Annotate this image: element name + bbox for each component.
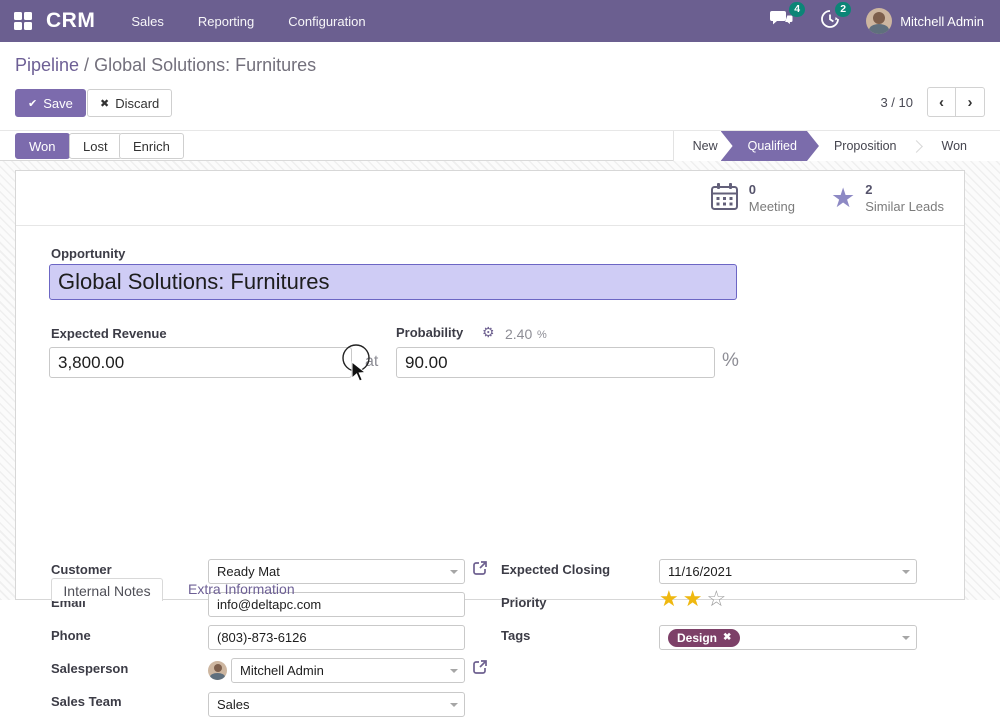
probability-auto-value: 2.40 [505, 326, 532, 342]
messages-badge: 4 [789, 2, 805, 17]
meeting-count: 0 [749, 182, 795, 198]
pager-next-button[interactable]: › [956, 87, 985, 117]
apps-menu-icon[interactable] [14, 12, 32, 30]
activities-badge: 2 [835, 2, 851, 17]
expected-revenue-label: Expected Revenue [51, 326, 167, 341]
phone-label: Phone [51, 628, 91, 643]
meeting-label: Meeting [749, 199, 795, 215]
stage-qualified-active[interactable]: Qualified [721, 131, 819, 161]
chevron-right-icon: › [968, 94, 973, 111]
tag-design[interactable]: Design✖ [668, 629, 740, 647]
customer-label: Customer [51, 562, 112, 577]
user-menu[interactable]: Mitchell Admin [866, 8, 984, 34]
chevron-down-icon [450, 570, 458, 574]
user-avatar [866, 8, 892, 34]
messages-button[interactable]: 4 [770, 9, 794, 33]
similar-leads-count: 2 [865, 182, 944, 198]
control-panel: Pipeline / Global Solutions: Furnitures … [0, 42, 1000, 161]
salesperson-label: Salesperson [51, 661, 128, 676]
notebook-tabs: Internal Notes Extra Information [16, 578, 964, 601]
menu-reporting[interactable]: Reporting [198, 14, 254, 29]
breadcrumb-current: Global Solutions: Furnitures [94, 55, 316, 75]
similar-leads-label: Similar Leads [865, 199, 944, 215]
star-icon: ★ [831, 185, 855, 212]
app-title[interactable]: CRM [46, 9, 95, 33]
similar-leads-stat-button[interactable]: ★ 2 Similar Leads [813, 171, 962, 226]
chevron-left-icon: ‹ [939, 94, 944, 111]
won-button[interactable]: Won [15, 133, 70, 159]
probability-label: Probability [396, 325, 463, 340]
opportunity-title-input[interactable] [49, 264, 737, 300]
salesperson-external-link-icon[interactable] [472, 659, 488, 675]
lost-button[interactable]: Lost [69, 133, 122, 159]
opportunity-label: Opportunity [51, 246, 125, 261]
discard-button[interactable]: ✖ Discard [87, 89, 172, 117]
menu-configuration[interactable]: Configuration [288, 14, 365, 29]
opportunity-form-card: 0 Meeting ★ 2 Similar Leads Opportunity … [15, 170, 965, 600]
sales-team-select[interactable]: Sales [208, 692, 465, 717]
probability-percent-sign: % [722, 350, 739, 372]
tag-remove-icon[interactable]: ✖ [723, 632, 731, 643]
pager-previous-button[interactable]: ‹ [927, 87, 956, 117]
action-button-row: ✔ Save ✖ Discard 3 / 10 ‹ › [0, 87, 1000, 119]
breadcrumb-separator: / [79, 55, 94, 75]
close-icon: ✖ [100, 97, 109, 110]
activities-button[interactable]: 2 [820, 9, 840, 34]
content-area: 0 Meeting ★ 2 Similar Leads Opportunity … [0, 161, 1000, 600]
breadcrumb-pipeline-link[interactable]: Pipeline [15, 55, 79, 75]
meeting-stat-button[interactable]: 0 Meeting [692, 171, 813, 226]
pager-count: 3 / 10 [880, 95, 913, 110]
menu-sales[interactable]: Sales [131, 14, 164, 29]
salesperson-avatar [208, 661, 227, 680]
probability-input[interactable] [396, 347, 715, 378]
stage-won[interactable]: Won [923, 131, 986, 161]
tab-internal-notes[interactable]: Internal Notes [51, 578, 163, 601]
at-label: at [365, 353, 378, 371]
user-name: Mitchell Admin [900, 14, 984, 29]
chevron-down-icon [450, 669, 458, 673]
check-icon: ✔ [28, 97, 37, 110]
customer-external-link-icon[interactable] [472, 560, 488, 576]
gear-icon[interactable]: ⚙ [482, 324, 495, 341]
form-body: Opportunity Expected Revenue at Probabil… [16, 226, 964, 601]
chevron-down-icon [902, 570, 910, 574]
phone-input[interactable] [208, 625, 465, 650]
enrich-button[interactable]: Enrich [119, 133, 184, 159]
tab-extra-information[interactable]: Extra Information [176, 581, 307, 597]
chevron-down-icon [902, 636, 910, 640]
probability-auto-percent-sign: % [537, 329, 547, 341]
statusbar: Won Lost Enrich New Qualified Propositio… [0, 130, 1000, 161]
expected-closing-label: Expected Closing [501, 562, 610, 577]
chevron-down-icon [450, 703, 458, 707]
expected-revenue-input[interactable] [49, 347, 352, 378]
stage-bar: New Qualified Proposition Won [673, 131, 1000, 161]
card-top-strip: 0 Meeting ★ 2 Similar Leads [16, 171, 964, 226]
tags-select[interactable]: Design✖ [659, 625, 917, 650]
record-pager: 3 / 10 ‹ › [880, 87, 985, 117]
top-navbar: CRM Sales Reporting Configuration 4 2 Mi… [0, 0, 1000, 42]
breadcrumb: Pipeline / Global Solutions: Furnitures [15, 55, 316, 76]
save-button[interactable]: ✔ Save [15, 89, 86, 117]
tags-label: Tags [501, 628, 530, 643]
sales-team-label: Sales Team [51, 694, 122, 709]
stage-proposition[interactable]: Proposition [815, 131, 916, 161]
calendar-icon [710, 182, 739, 216]
salesperson-select[interactable]: Mitchell Admin [231, 658, 465, 683]
